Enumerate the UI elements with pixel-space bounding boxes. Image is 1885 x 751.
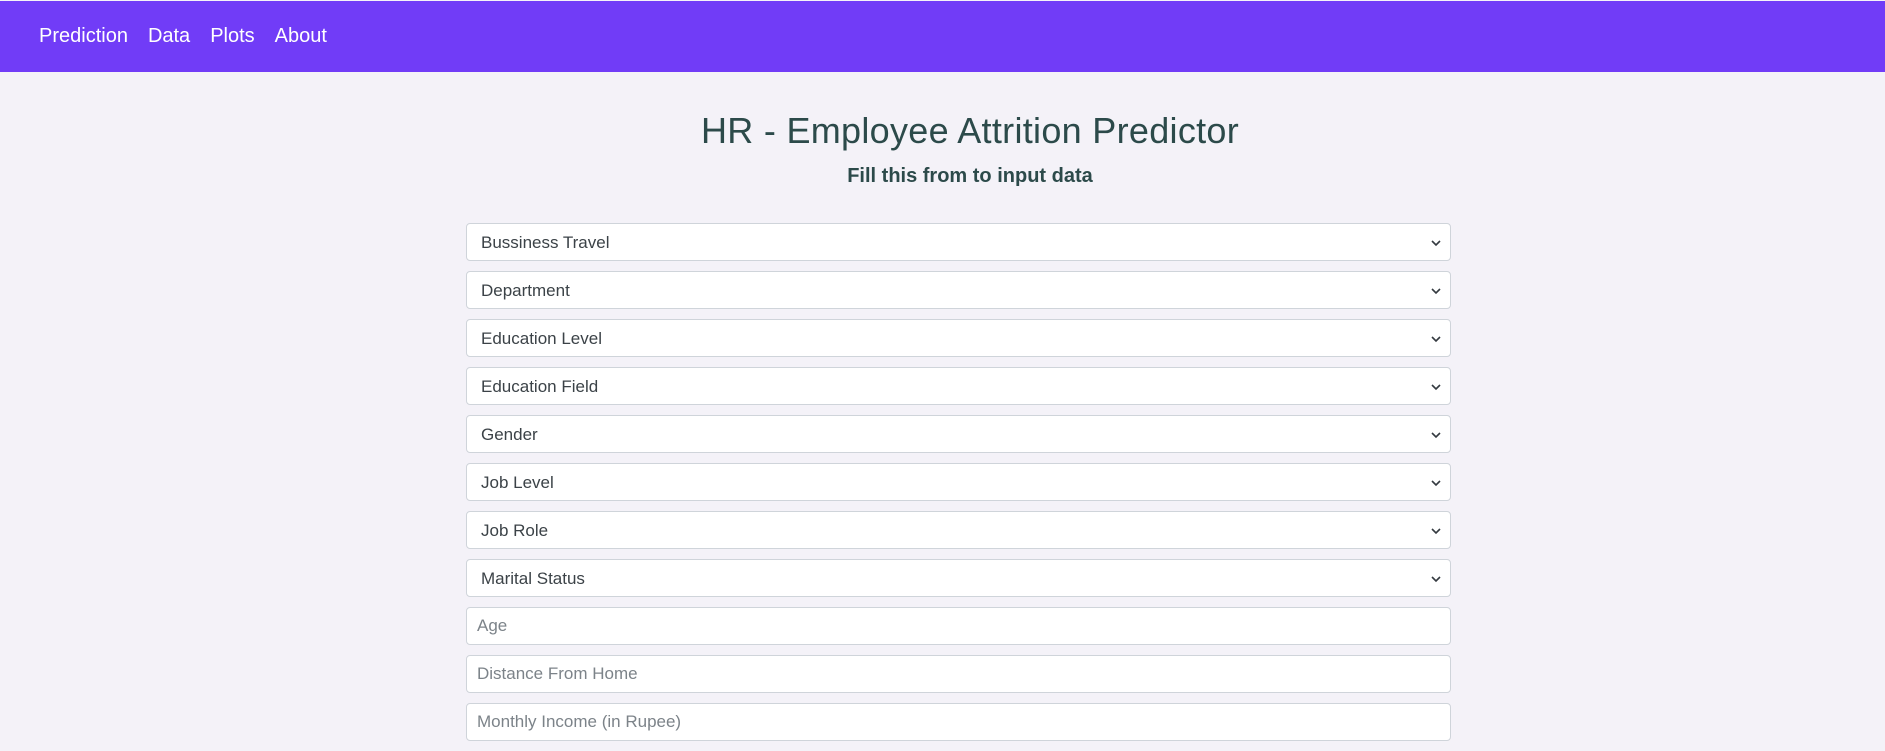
job-role-select-value: Job Role [481,521,549,540]
department-select-value: Department [481,281,570,300]
chevron-down-icon [1431,480,1441,487]
attrition-form: Bussiness Travel Department Education Le… [466,223,1451,751]
business-travel-select-value: Bussiness Travel [481,233,610,252]
job-level-select[interactable]: Job Level [466,463,1451,501]
chevron-down-icon [1431,384,1441,391]
chevron-down-icon [1431,528,1441,535]
chevron-down-icon [1431,576,1441,583]
education-level-select-value: Education Level [481,329,602,348]
page-title: HR - Employee Attrition Predictor [700,110,1240,151]
nav-data-link[interactable]: Data [148,25,190,48]
department-select[interactable]: Department [466,271,1451,309]
education-field-select-value: Education Field [481,377,599,396]
income-field-wrapper [466,703,1451,741]
marital-status-select[interactable]: Marital Status [466,559,1451,597]
distance-from-home-input[interactable] [467,656,1450,692]
chevron-down-icon [1431,240,1441,247]
age-input[interactable] [467,608,1450,644]
page-subtitle: Fill this from to input data [847,165,1093,187]
chevron-down-icon [1431,288,1441,295]
nav-about-link[interactable]: About [275,25,327,48]
education-level-select[interactable]: Education Level [466,319,1451,357]
distance-field-wrapper [466,655,1451,693]
marital-status-select-value: Marital Status [481,569,585,588]
gender-select[interactable]: Gender [466,415,1451,453]
nav-prediction-link[interactable]: Prediction [39,25,128,48]
job-role-select[interactable]: Job Role [466,511,1451,549]
age-field-wrapper [466,607,1451,645]
nav-plots-link[interactable]: Plots [210,25,254,48]
gender-select-value: Gender [481,425,538,444]
job-level-select-value: Job Level [481,473,554,492]
business-travel-select[interactable]: Bussiness Travel [466,223,1451,261]
top-navbar: Prediction Data Plots About [0,1,1885,72]
chevron-down-icon [1431,432,1441,439]
education-field-select[interactable]: Education Field [466,367,1451,405]
chevron-down-icon [1431,336,1441,343]
monthly-income-input[interactable] [467,704,1450,740]
